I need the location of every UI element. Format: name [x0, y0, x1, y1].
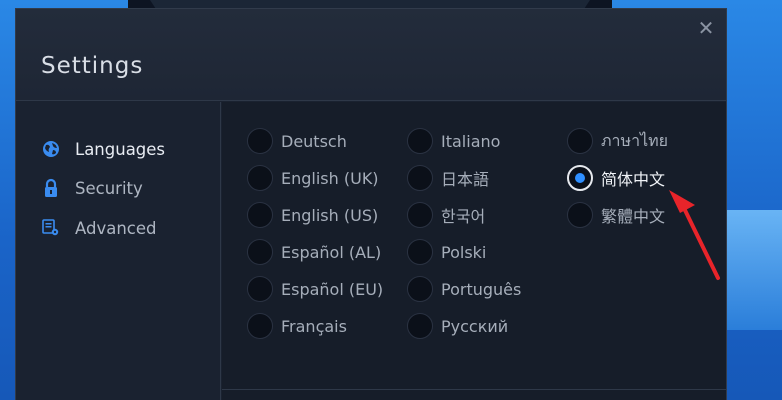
language-options-panel: Deutsch English (UK) English (US) Españo…: [222, 102, 726, 400]
radio-button[interactable]: [407, 239, 433, 265]
radio-button[interactable]: [407, 202, 433, 228]
language-label: Italiano: [441, 131, 501, 151]
language-option-portugues[interactable]: Português: [407, 275, 557, 303]
sidebar-item-advanced[interactable]: Advanced: [41, 216, 211, 240]
radio-button[interactable]: [247, 276, 273, 302]
settings-sidebar: Languages Security Advanced: [16, 102, 221, 400]
language-label: 日本語: [441, 170, 490, 189]
dialog-title: Settings: [41, 53, 144, 79]
language-option-english-uk[interactable]: English (UK): [247, 164, 397, 192]
language-label: Español (EU): [281, 279, 384, 299]
language-label: ภาษาไทย: [601, 130, 669, 150]
language-label: English (UK): [281, 168, 379, 188]
language-label: 한국어: [441, 207, 486, 226]
sidebar-item-security[interactable]: Security: [41, 176, 211, 200]
sidebar-item-languages[interactable]: Languages: [41, 137, 211, 161]
language-label: Русский: [441, 316, 509, 336]
radio-button[interactable]: [247, 313, 273, 339]
close-button[interactable]: ✕: [697, 16, 715, 40]
radio-button[interactable]: [567, 202, 593, 228]
radio-button[interactable]: [247, 165, 273, 191]
radio-button[interactable]: [247, 202, 273, 228]
language-option-simplified-chinese[interactable]: 简体中文: [567, 164, 717, 192]
language-option-polski[interactable]: Polski: [407, 238, 557, 266]
radio-button[interactable]: [247, 128, 273, 154]
radio-selected-dot: [575, 173, 585, 183]
settings-dialog: Settings ✕ Languages Security Advanced D…: [15, 8, 727, 400]
panel-divider: [222, 389, 726, 390]
radio-button[interactable]: [567, 128, 593, 154]
radio-button[interactable]: [407, 165, 433, 191]
radio-button[interactable]: [407, 276, 433, 302]
language-label: 繁體中文: [601, 207, 666, 226]
language-label: English (US): [281, 205, 379, 225]
language-option-espanol-al[interactable]: Español (AL): [247, 238, 397, 266]
radio-button[interactable]: [247, 239, 273, 265]
sidebar-item-label: Languages: [75, 139, 166, 159]
language-option-korean[interactable]: 한국어: [407, 201, 557, 229]
language-label: 简体中文: [601, 170, 666, 189]
radio-button-checked[interactable]: [567, 165, 593, 191]
language-option-espanol-eu[interactable]: Español (EU): [247, 275, 397, 303]
language-option-thai[interactable]: ภาษาไทย: [567, 127, 717, 155]
language-label: Deutsch: [281, 131, 347, 151]
language-label: Português: [441, 279, 522, 299]
language-option-russian[interactable]: Русский: [407, 312, 557, 340]
advanced-settings-icon: [41, 218, 61, 238]
desktop-wallpaper-accent: [722, 210, 782, 330]
language-option-japanese[interactable]: 日本語: [407, 164, 557, 192]
globe-icon: [41, 139, 61, 159]
dialog-header: Settings ✕: [16, 9, 726, 101]
language-option-english-us[interactable]: English (US): [247, 201, 397, 229]
language-label: Polski: [441, 242, 487, 262]
close-icon: ✕: [697, 16, 715, 40]
sidebar-item-label: Security: [75, 178, 143, 198]
language-label: Español (AL): [281, 242, 382, 262]
language-option-francais[interactable]: Français: [247, 312, 397, 340]
language-option-deutsch[interactable]: Deutsch: [247, 127, 397, 155]
language-option-italiano[interactable]: Italiano: [407, 127, 557, 155]
lock-icon: [41, 178, 61, 198]
language-option-traditional-chinese[interactable]: 繁體中文: [567, 201, 717, 229]
radio-button[interactable]: [407, 128, 433, 154]
radio-button[interactable]: [407, 313, 433, 339]
sidebar-item-label: Advanced: [75, 218, 157, 238]
language-label: Français: [281, 316, 347, 336]
